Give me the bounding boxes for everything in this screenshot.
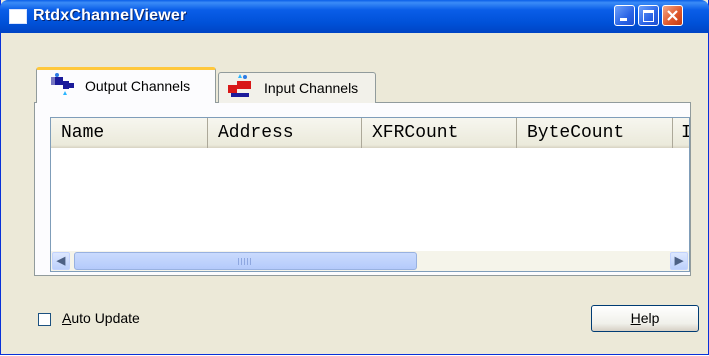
- scrollbar-thumb[interactable]: [74, 252, 417, 270]
- column-header-partial[interactable]: I: [673, 118, 689, 148]
- tab-output-channels-label: Output Channels: [85, 78, 191, 94]
- rtdx-channel-viewer-window: RtdxChannelViewer Output Channels Input …: [0, 0, 709, 355]
- input-channel-icon: [228, 74, 251, 97]
- help-label-rest: elp: [640, 310, 660, 326]
- column-header-name[interactable]: Name: [51, 118, 208, 148]
- column-header-xfrcount[interactable]: XFRCount: [362, 118, 517, 148]
- scroll-right-button[interactable]: ▶: [670, 252, 688, 270]
- maximize-button[interactable]: [638, 5, 659, 26]
- column-header-bytecount[interactable]: ByteCount: [517, 118, 673, 148]
- maximize-icon: [643, 10, 654, 22]
- tab-output-channels[interactable]: Output Channels: [36, 67, 216, 103]
- window-title: RtdxChannelViewer: [33, 7, 187, 24]
- chevron-left-icon: ◀: [56, 255, 66, 267]
- close-button[interactable]: [662, 5, 683, 26]
- scroll-left-button[interactable]: ◀: [52, 252, 70, 270]
- auto-update-label-rest: uto Update: [71, 310, 140, 326]
- output-channel-icon: [51, 73, 74, 95]
- title-bar[interactable]: RtdxChannelViewer: [0, 0, 709, 33]
- auto-update-checkbox[interactable]: [38, 313, 51, 326]
- tab-input-channels-label: Input Channels: [264, 80, 359, 96]
- help-button[interactable]: Help: [591, 305, 699, 332]
- horizontal-scrollbar[interactable]: ◀ ▶: [51, 251, 689, 271]
- grip-icon: [238, 258, 252, 265]
- chevron-right-icon: ▶: [674, 255, 684, 267]
- tab-input-channels[interactable]: Input Channels: [218, 72, 376, 103]
- application-icon: [9, 9, 27, 24]
- auto-update-mnemonic: A: [62, 310, 72, 326]
- channel-list-view[interactable]: Name Address XFRCount ByteCount I ◀ ▶: [50, 117, 690, 272]
- column-header-address[interactable]: Address: [208, 118, 362, 148]
- minimize-button[interactable]: [614, 5, 635, 26]
- minimize-icon: [620, 18, 627, 21]
- help-mnemonic: H: [630, 310, 641, 326]
- list-header: Name Address XFRCount ByteCount I: [51, 118, 689, 148]
- close-icon: [667, 10, 678, 21]
- auto-update-label[interactable]: Auto Update: [62, 310, 140, 326]
